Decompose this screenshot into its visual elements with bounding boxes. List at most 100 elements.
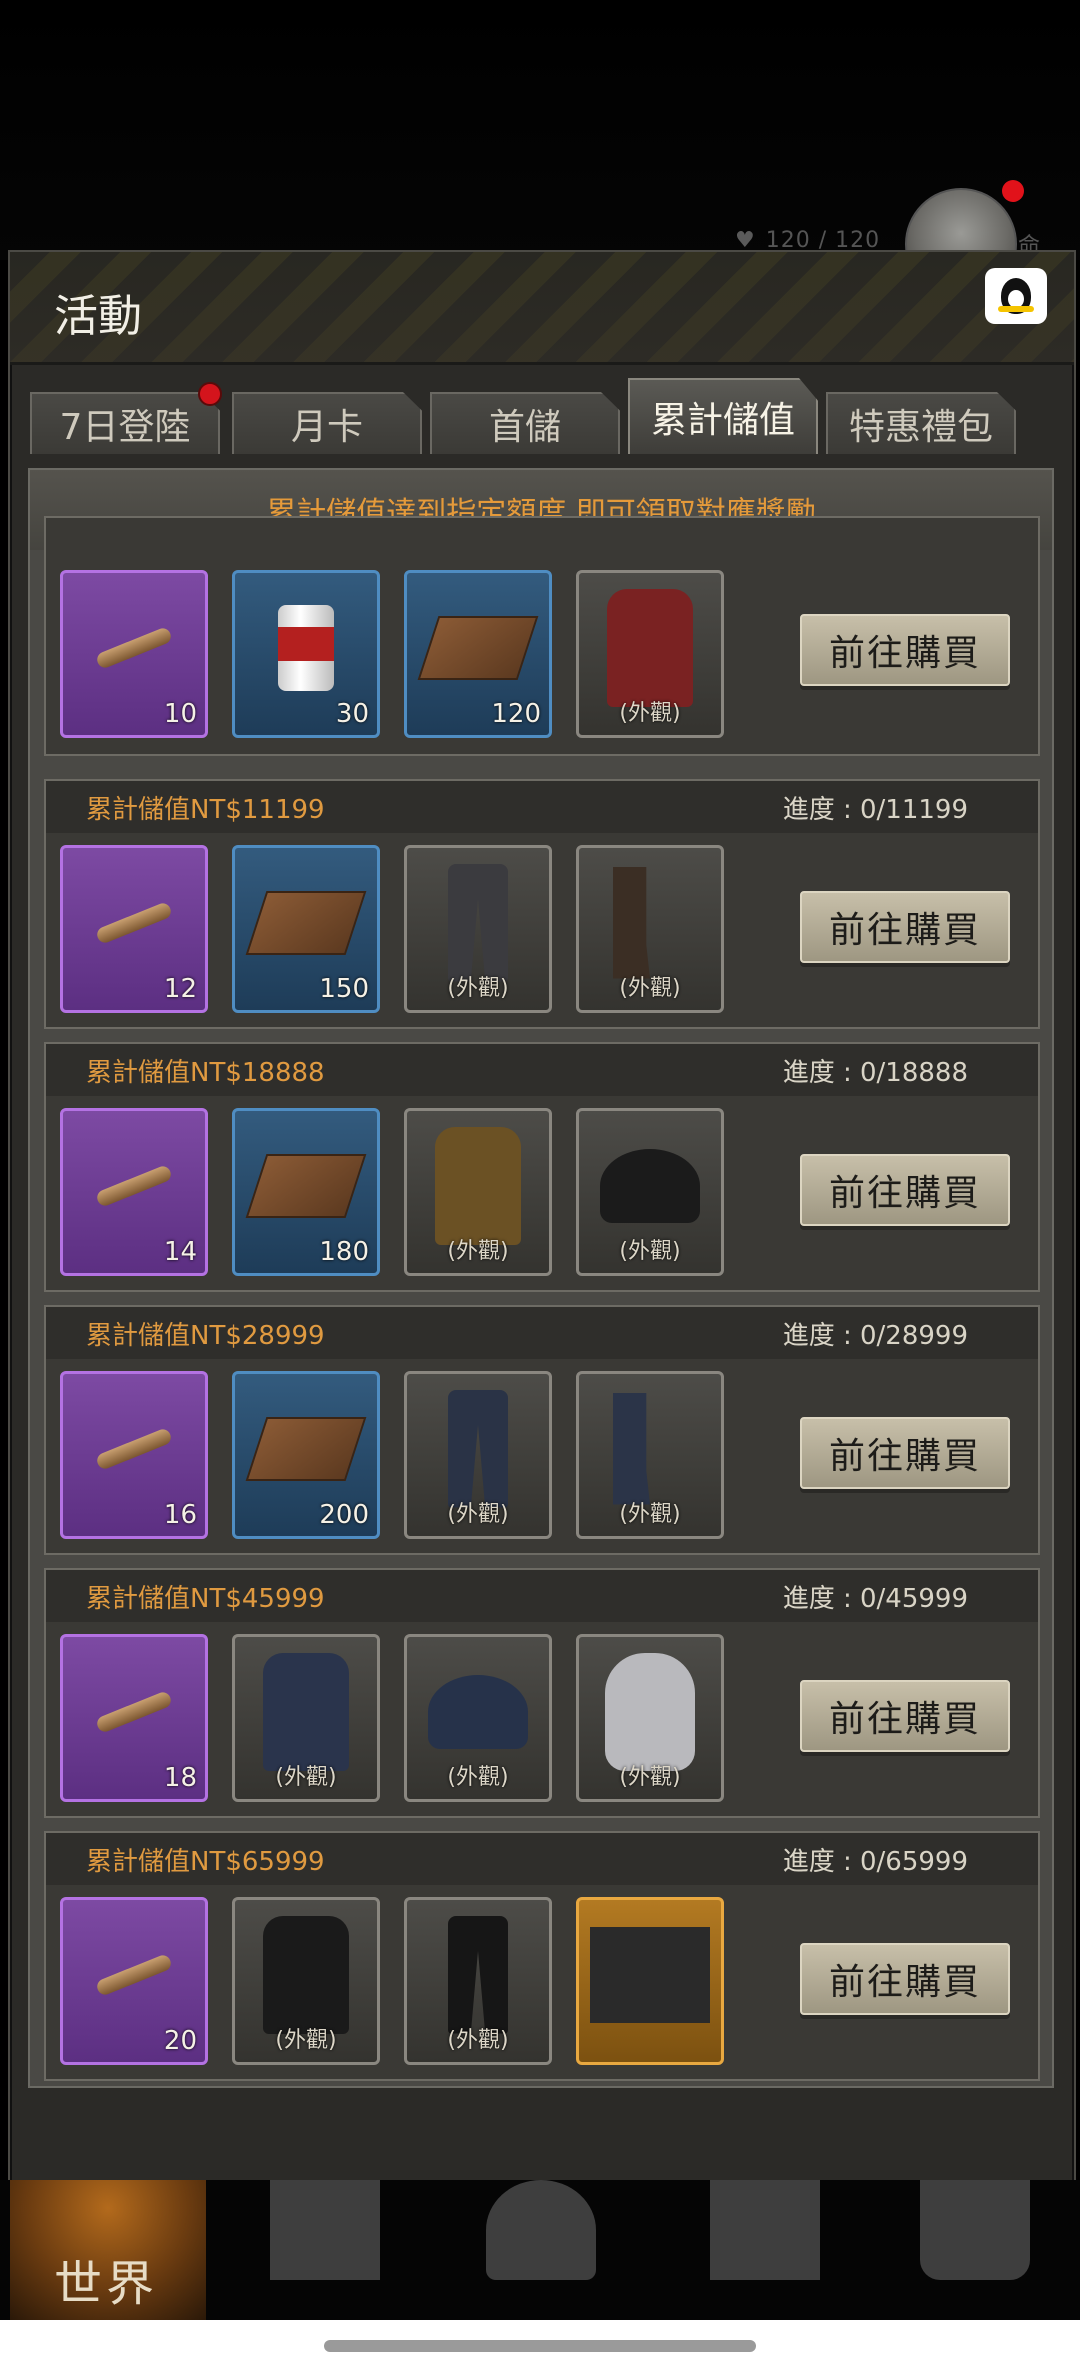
item-quantity: 14 xyxy=(163,1237,197,1267)
tab-label: 特惠禮包 xyxy=(848,407,993,448)
tier-title: 累計儲值NT$11199 xyxy=(86,794,325,825)
reward-item-cigar[interactable]: 14 xyxy=(60,1108,208,1276)
reward-item-hat[interactable]: (外觀) xyxy=(576,1108,724,1276)
cigar-icon xyxy=(94,1163,174,1208)
reward-row: 累計儲值NT$28999 進度 : 0/28999 16 200 (外觀) (外觀) 前往購… xyxy=(44,1305,1040,1555)
qq-chat-button[interactable] xyxy=(985,268,1047,324)
tier-title: 累計儲值NT$18888 xyxy=(86,1057,325,1088)
reward-item-boots[interactable]: (外觀) xyxy=(576,1371,724,1539)
go-purchase-button[interactable]: 前往購買 xyxy=(800,1680,1010,1752)
skin-label: (外觀) xyxy=(447,1502,509,1527)
coat-icon xyxy=(263,1652,349,1771)
avatar-notification-dot xyxy=(1002,180,1024,202)
torso-icon xyxy=(605,1652,695,1771)
go-purchase-button[interactable]: 前往購買 xyxy=(800,891,1010,963)
cigar-icon xyxy=(94,900,174,945)
skin-label: (外觀) xyxy=(447,976,509,1001)
go-purchase-button[interactable]: 前往購買 xyxy=(800,1154,1010,1226)
coat-icon xyxy=(607,588,693,707)
reward-row: 累計儲值NT$45999 進度 : 0/45999 18 (外觀) (外觀) (外觀) 前往… xyxy=(44,1568,1040,1818)
item-quantity: 120 xyxy=(491,699,541,729)
reward-item-can[interactable]: 30 xyxy=(232,570,380,738)
tab-cumulative-topup[interactable]: 累計儲值 xyxy=(628,378,818,454)
can-icon xyxy=(278,604,334,691)
reward-item-torso[interactable]: (外觀) xyxy=(576,1634,724,1802)
pants-icon xyxy=(448,1915,508,2034)
tab-label: 累計儲值 xyxy=(650,400,795,441)
row-header: 累計儲值NT$11199 進度 : 0/11199 xyxy=(46,781,1038,833)
cigar-icon xyxy=(94,1689,174,1734)
page-title: 活動 xyxy=(54,291,142,342)
activity-panel: 活動 7日登陸 月卡 首儲 累計儲值 特惠禮包 累計儲值達到指定額度,即可領取對… xyxy=(8,250,1076,2184)
skin-label: (外觀) xyxy=(447,1765,509,1790)
item-quantity: 200 xyxy=(319,1500,369,1530)
reward-item-bike[interactable] xyxy=(576,1897,724,2065)
skin-label: (外觀) xyxy=(619,701,681,726)
row-header: 累計儲值NT$45999 進度 : 0/45999 xyxy=(46,1570,1038,1622)
row-header: 累計儲值NT$65999 進度 : 0/65999 xyxy=(46,1833,1038,1885)
boots-icon xyxy=(613,1392,650,1505)
reward-item-cigar[interactable]: 20 xyxy=(60,1897,208,2065)
tier-title: 累計儲值NT$65999 xyxy=(86,1846,325,1877)
skills-head-icon[interactable] xyxy=(486,2180,596,2280)
phone-icon[interactable] xyxy=(710,2180,820,2280)
reward-item-crate[interactable]: 200 xyxy=(232,1371,380,1539)
skin-label: (外觀) xyxy=(447,2028,509,2053)
backpack-icon[interactable] xyxy=(270,2180,380,2280)
reward-item-cigar[interactable]: 10 xyxy=(60,570,208,738)
reward-item-pants[interactable]: (外觀) xyxy=(404,1371,552,1539)
go-purchase-button[interactable]: 前往購買 xyxy=(800,614,1010,686)
panel-header: 活動 xyxy=(10,252,1074,365)
skin-label: (外觀) xyxy=(619,1502,681,1527)
go-purchase-button[interactable]: 前往購買 xyxy=(800,1943,1010,2015)
reward-item-crate[interactable]: 150 xyxy=(232,845,380,1013)
item-quantity: 30 xyxy=(335,699,369,729)
tier-title: 累計儲值NT$45999 xyxy=(86,1583,325,1614)
reward-item-pants[interactable]: (外觀) xyxy=(404,845,552,1013)
tier-progress: 進度 : 0/11199 xyxy=(782,794,968,825)
shop-cart-icon[interactable] xyxy=(920,2180,1030,2280)
tier-title: 累計儲值NT$28999 xyxy=(86,1320,325,1351)
bike-icon xyxy=(590,1926,710,2023)
cigar-icon xyxy=(94,625,174,670)
cigar-icon xyxy=(94,1952,174,1997)
item-quantity: 20 xyxy=(163,2026,197,2056)
item-quantity: 10 xyxy=(163,699,197,729)
reward-item-coat[interactable]: (外觀) xyxy=(576,570,724,738)
reward-item-cigar[interactable]: 16 xyxy=(60,1371,208,1539)
tab-label: 首儲 xyxy=(488,407,561,448)
hat-icon xyxy=(428,1674,528,1749)
reward-row: 累計儲值NT$11199 進度 : 0/11199 12 150 (外觀) (外觀) 前往購… xyxy=(44,779,1040,1029)
pants-icon xyxy=(448,863,508,982)
reward-item-coat[interactable]: (外觀) xyxy=(232,1634,380,1802)
tier-progress: 進度 : 0/18888 xyxy=(782,1057,968,1088)
nav-world-label: 世界 xyxy=(54,2256,159,2312)
tab-monthly-card[interactable]: 月卡 xyxy=(232,392,422,454)
reward-row: 10 30 120 (外觀) 前往購買 xyxy=(44,516,1040,756)
reward-item-crate[interactable]: 180 xyxy=(232,1108,380,1276)
skin-label: (外觀) xyxy=(619,976,681,1001)
row-header: 累計儲值NT$28999 進度 : 0/28999 xyxy=(46,1307,1038,1359)
boots-icon xyxy=(613,866,650,979)
reward-item-hat[interactable]: (外觀) xyxy=(404,1634,552,1802)
reward-item-coat[interactable]: (外觀) xyxy=(232,1897,380,2065)
tab-first-topup[interactable]: 首儲 xyxy=(430,392,620,454)
item-quantity: 12 xyxy=(163,974,197,1004)
reward-item-crate[interactable]: 120 xyxy=(404,570,552,738)
reward-item-boots[interactable]: (外觀) xyxy=(576,845,724,1013)
reward-item-cigar[interactable]: 12 xyxy=(60,845,208,1013)
item-quantity: 150 xyxy=(319,974,369,1004)
crate-icon xyxy=(245,1416,367,1481)
reward-item-cigar[interactable]: 18 xyxy=(60,1634,208,1802)
home-indicator[interactable] xyxy=(324,2340,756,2352)
tab-special-pack[interactable]: 特惠禮包 xyxy=(826,392,1016,454)
reward-item-coat[interactable]: (外觀) xyxy=(404,1108,552,1276)
item-quantity: 18 xyxy=(163,1763,197,1793)
tier-progress: 進度 : 0/65999 xyxy=(782,1846,968,1877)
go-purchase-button[interactable]: 前往購買 xyxy=(800,1417,1010,1489)
tab-7day-login[interactable]: 7日登陸 xyxy=(30,392,220,454)
reward-item-pants[interactable]: (外觀) xyxy=(404,1897,552,2065)
nav-world-button[interactable]: 世界 xyxy=(10,2180,206,2320)
crate-icon xyxy=(245,1153,367,1218)
reward-row: 累計儲值NT$18888 進度 : 0/18888 14 180 (外觀) (外觀) 前往購… xyxy=(44,1042,1040,1292)
